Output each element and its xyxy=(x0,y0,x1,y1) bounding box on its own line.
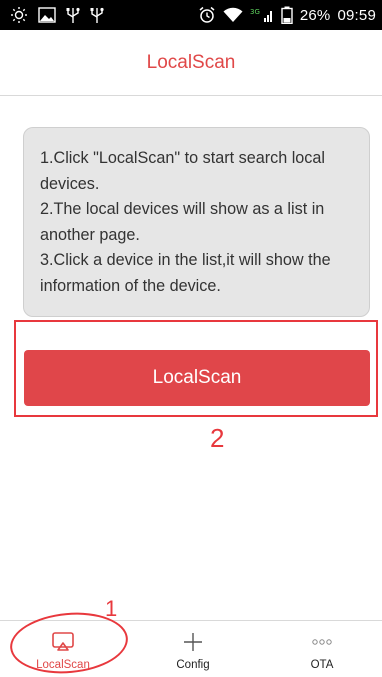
network-type: 3G xyxy=(250,8,260,16)
airplay-icon xyxy=(51,628,75,656)
usb-icon xyxy=(90,6,104,24)
nav-label: LocalScan xyxy=(36,659,90,671)
status-bar-right: 3G 26% 09:59 xyxy=(198,6,376,24)
nav-item-config[interactable]: Config xyxy=(133,621,253,677)
instruction-line: 1.Click "LocalScan" to start search loca… xyxy=(40,149,326,167)
nav-item-localscan[interactable]: LocalScan xyxy=(3,621,123,677)
image-icon xyxy=(38,7,56,23)
instruction-line: 2.The local devices will show as a list … xyxy=(40,200,325,218)
battery-icon xyxy=(281,6,293,24)
nav-item-ota[interactable]: OTA xyxy=(262,621,382,677)
signal-icon: 3G xyxy=(250,7,274,23)
page-title: LocalScan xyxy=(146,51,236,73)
instruction-line: 3.Click a device in the list,it will sho… xyxy=(40,251,331,269)
instruction-line: information of the device. xyxy=(40,276,221,295)
usb-icon xyxy=(66,6,80,24)
instruction-line: another page. xyxy=(40,225,140,244)
wifi-icon xyxy=(223,7,243,23)
plus-icon xyxy=(182,628,204,656)
clock: 09:59 xyxy=(337,6,376,24)
more-dots-icon xyxy=(311,628,333,656)
alarm-icon xyxy=(198,6,216,24)
annotation-number-2: 2 xyxy=(210,423,225,453)
battery-percent: 26% xyxy=(299,6,331,24)
nav-label: OTA xyxy=(310,659,334,671)
localscan-button[interactable]: LocalScan xyxy=(24,350,370,406)
status-bar: 3G 26% 09:59 xyxy=(0,0,382,30)
brightness-icon xyxy=(10,6,28,24)
app-header: LocalScan xyxy=(0,30,382,96)
instruction-line: devices. xyxy=(40,174,100,193)
nav-label: Config xyxy=(176,659,210,671)
instructions-card: 1.Click "LocalScan" to start search loca… xyxy=(23,127,370,317)
bottom-navigation: LocalScan Config OTA xyxy=(0,620,382,677)
status-bar-left xyxy=(10,6,104,24)
annotation-number-1: 1 xyxy=(105,596,118,621)
